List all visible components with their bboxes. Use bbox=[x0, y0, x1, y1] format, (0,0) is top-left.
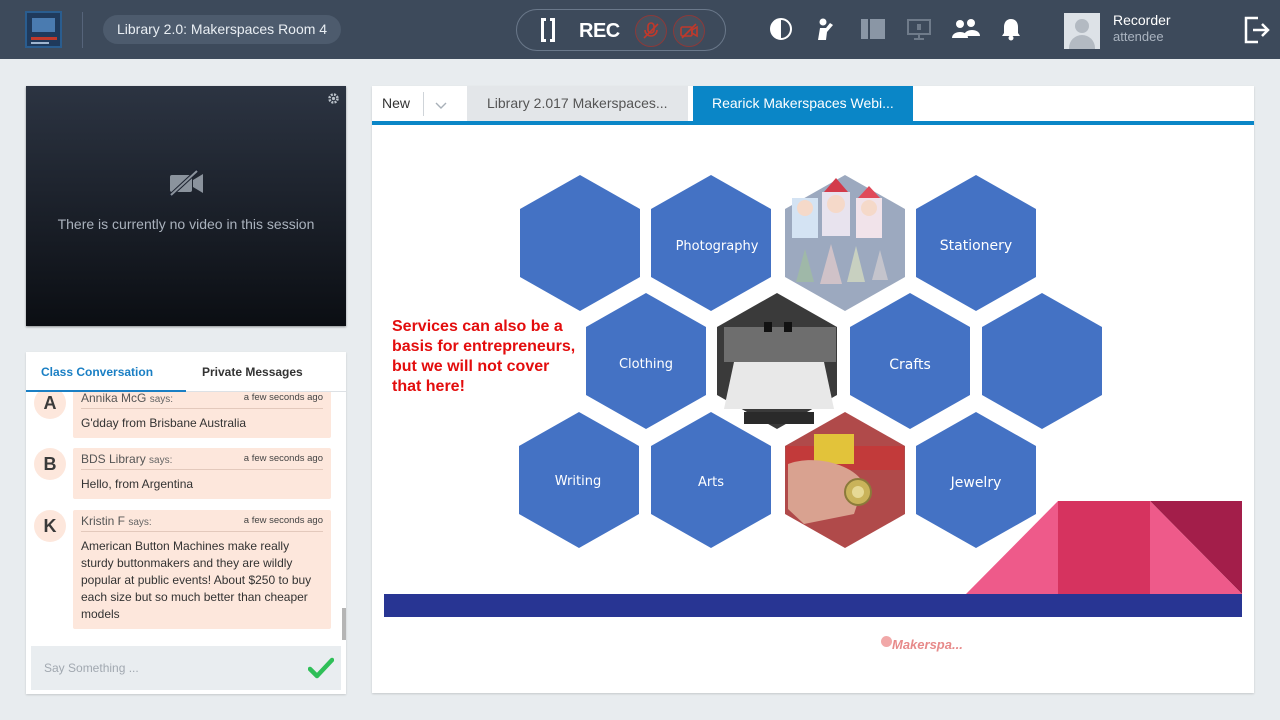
clothing-photo bbox=[724, 322, 836, 424]
hex-label-writing: Writing bbox=[555, 474, 601, 489]
avatar[interactable] bbox=[1064, 13, 1100, 49]
avatar: A bbox=[34, 392, 66, 419]
message-list[interactable]: A Annika McG says: a few seconds ago G'd… bbox=[26, 392, 346, 642]
chat-scrollbar[interactable] bbox=[342, 608, 346, 640]
record-icon bbox=[541, 17, 555, 43]
slide-note-line: but we will not cover bbox=[392, 358, 550, 375]
recording-controls: REC bbox=[516, 9, 726, 51]
hex-label-photography: Photography bbox=[676, 239, 759, 254]
slide-note-line: Services can also be a bbox=[392, 318, 563, 335]
slide-note-line: that here! bbox=[392, 378, 465, 395]
hex-label-arts: Arts bbox=[698, 475, 724, 490]
no-video-message: There is currently no video in this sess… bbox=[57, 216, 315, 232]
participants-icon[interactable] bbox=[950, 16, 982, 42]
session-title: Library 2.0: Makerspaces Room 4 bbox=[103, 15, 342, 44]
tab-class-conversation[interactable]: Class Conversation bbox=[26, 352, 186, 392]
notification-bell-icon[interactable] bbox=[1000, 16, 1026, 42]
tab-library-makerspaces[interactable]: Library 2.017 Makerspaces... bbox=[467, 86, 688, 121]
presentation-panel: New Library 2.017 Makerspaces... Rearick… bbox=[372, 86, 1254, 693]
hexagon bbox=[520, 175, 640, 311]
video-panel: There is currently no video in this sess… bbox=[26, 86, 346, 326]
says-label: says: bbox=[128, 517, 152, 528]
message-time: a few seconds ago bbox=[243, 453, 323, 464]
slide-note-line: basis for entrepreneurs, bbox=[392, 338, 576, 355]
sender-name: Kristin F bbox=[81, 514, 126, 528]
chat-input-area bbox=[31, 646, 341, 690]
user-name: Recorder bbox=[1113, 12, 1171, 28]
message-text: G'dday from Brisbane Australia bbox=[81, 416, 247, 430]
slide-note: Services can also be a basis for entrepr… bbox=[392, 317, 592, 397]
gear-icon[interactable] bbox=[327, 92, 340, 110]
logo bbox=[25, 11, 62, 48]
message-text: American Button Machines make really stu… bbox=[81, 539, 312, 621]
contrast-icon[interactable] bbox=[768, 16, 794, 42]
slide-graphic: Photography Stationery Clothing Crafts W… bbox=[384, 175, 1242, 617]
divider bbox=[82, 12, 83, 48]
user-role: attendee bbox=[1113, 29, 1164, 44]
hex-label-stationery: Stationery bbox=[940, 238, 1012, 254]
new-tab-button[interactable]: New bbox=[372, 86, 460, 122]
footer-dot bbox=[881, 636, 892, 647]
screen-share-icon[interactable] bbox=[906, 16, 932, 42]
says-label: says: bbox=[149, 455, 173, 466]
chat-tabs: Class Conversation Private Messages bbox=[26, 352, 346, 392]
hex-label-clothing: Clothing bbox=[619, 357, 673, 372]
message-time: a few seconds ago bbox=[243, 392, 323, 403]
camera-off-icon[interactable] bbox=[673, 15, 705, 47]
hexagon bbox=[982, 293, 1102, 429]
says-label: says: bbox=[149, 394, 174, 405]
record-button[interactable]: REC bbox=[579, 20, 620, 43]
hex-label-jewelry: Jewelry bbox=[950, 475, 1002, 491]
check-icon[interactable] bbox=[307, 657, 335, 684]
sender-name: BDS Library bbox=[81, 452, 146, 466]
slide-band bbox=[384, 594, 1242, 617]
chat-input[interactable] bbox=[31, 646, 301, 690]
raise-hand-icon[interactable] bbox=[814, 16, 840, 42]
decor-block bbox=[1058, 501, 1150, 594]
mic-off-icon[interactable] bbox=[635, 15, 667, 47]
slide: Photography Stationery Clothing Crafts W… bbox=[384, 134, 1242, 676]
slide-footer: Makerspa... bbox=[892, 637, 963, 652]
avatar: K bbox=[34, 510, 66, 542]
avatar: B bbox=[34, 448, 66, 480]
message-text: Hello, from Argentina bbox=[81, 477, 194, 491]
new-tab-label: New bbox=[382, 95, 411, 111]
tab-underline bbox=[372, 121, 1254, 125]
chevron-down-icon[interactable] bbox=[435, 98, 447, 116]
tab-private-messages[interactable]: Private Messages bbox=[186, 352, 346, 392]
message-time: a few seconds ago bbox=[243, 515, 323, 526]
sender-name: Annika McG bbox=[81, 392, 147, 405]
tab-rearick-makerspaces[interactable]: Rearick Makerspaces Webi... bbox=[693, 86, 913, 122]
top-bar: Library 2.0: Makerspaces Room 4 REC Reco… bbox=[0, 0, 1280, 59]
layout-icon[interactable] bbox=[860, 16, 886, 42]
logout-icon[interactable] bbox=[1242, 15, 1272, 50]
camera-off-icon bbox=[168, 168, 206, 203]
chat-panel: Class Conversation Private Messages A An… bbox=[26, 352, 346, 694]
hex-label-crafts: Crafts bbox=[889, 357, 931, 373]
